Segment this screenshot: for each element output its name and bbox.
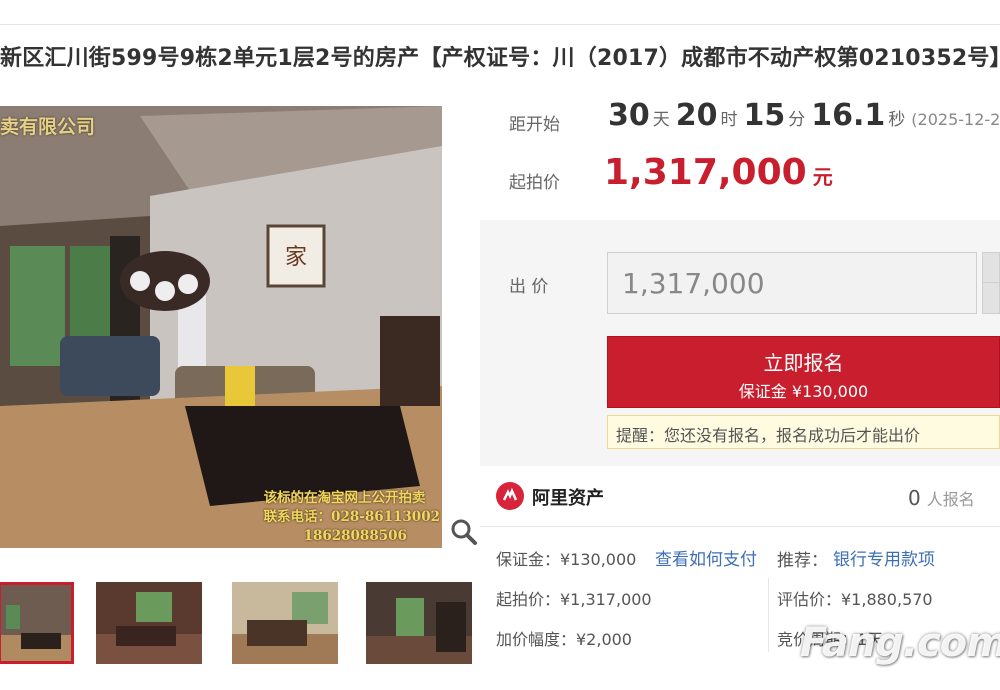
countdown: 30天20时15分16.1秒 (2025-12-22 [608, 98, 1000, 133]
signup-count-value: 0 [908, 486, 921, 510]
days-unit: 天 [652, 110, 670, 130]
deposit-info: 保证金：¥130,000 [496, 550, 637, 569]
countdown-label: 距开始 [509, 115, 560, 135]
main-photo[interactable]: 家 卖有限公司 该标的在淘宝网上公开拍卖 联系电话：028-86113002 1… [0, 106, 442, 548]
signup-count: 0 人报名 [908, 486, 975, 510]
appraisal-info: 评估价：¥1,880,570 [777, 590, 933, 609]
bid-label: 出 价 [509, 277, 549, 297]
signup-count-suffix: 人报名 [926, 490, 975, 509]
how-to-pay-link[interactable]: 查看如何支付 [655, 545, 757, 570]
countdown-date: (2025-12-22 [911, 110, 1000, 129]
platform-name: 阿里资产 [532, 488, 604, 509]
start-price: 1,317,000 元 [604, 152, 833, 193]
countdown-minutes: 15 [743, 98, 786, 133]
page-title: 新区汇川街599号9栋2单元1层2号的房产【产权证号：川（2017）成都市不动产… [0, 46, 1000, 71]
ali-asset-logo-icon [496, 482, 524, 510]
photo-watermark-line: 联系电话：028-86113002 [263, 509, 440, 525]
photo-watermark-line: 18628088506 [303, 528, 407, 544]
increment-info: 加价幅度：¥2,000 [496, 630, 632, 649]
countdown-hours: 20 [675, 98, 718, 133]
signup-label: 立即报名 [763, 351, 844, 375]
start-price-info: 起拍价：¥1,317,000 [496, 590, 652, 609]
living-room-photo: 家 [0, 106, 442, 548]
photo-watermark-line: 该标的在淘宝网上公开拍卖 [263, 490, 426, 506]
wall-art-char: 家 [285, 245, 307, 270]
thumbnail-3[interactable] [232, 582, 338, 664]
seconds-unit: 秒 [888, 110, 906, 130]
bid-stepper[interactable] [982, 252, 1000, 314]
top-divider [0, 24, 1000, 25]
start-price-value: 1,317,000 [604, 152, 807, 193]
divider [480, 526, 1000, 527]
deposit-label: 保证金 ¥130,000 [738, 382, 869, 401]
zoom-icon[interactable] [448, 516, 480, 548]
countdown-seconds: 16.1 [811, 98, 886, 133]
column-divider [768, 578, 769, 652]
stepper-up[interactable] [983, 253, 999, 283]
signup-reminder: 提醒：您还没有报名，报名成功后才能出价 [607, 415, 1000, 449]
bid-amount-input[interactable] [607, 252, 977, 314]
countdown-days: 30 [608, 98, 650, 133]
bank-payment-link[interactable]: 银行专用款项 [833, 545, 935, 570]
start-price-label: 起拍价 [509, 173, 560, 193]
thumbnail-1[interactable] [0, 582, 74, 664]
thumbnail-2[interactable] [96, 582, 202, 664]
photo-watermark-top: 卖有限公司 [0, 116, 96, 138]
start-price-unit: 元 [812, 165, 833, 189]
recommend-label: 推荐： [777, 551, 828, 571]
photo-watermark-bottom: 该标的在淘宝网上公开拍卖 联系电话：028-86113002 186280885… [264, 489, 440, 546]
minutes-unit: 分 [788, 110, 806, 130]
hours-unit: 时 [720, 110, 738, 130]
thumbnail-4[interactable] [366, 582, 472, 664]
fang-watermark-logo: Fang.com [800, 620, 1000, 666]
signup-button[interactable]: 立即报名 保证金 ¥130,000 [607, 336, 1000, 408]
stepper-down[interactable] [983, 283, 999, 313]
